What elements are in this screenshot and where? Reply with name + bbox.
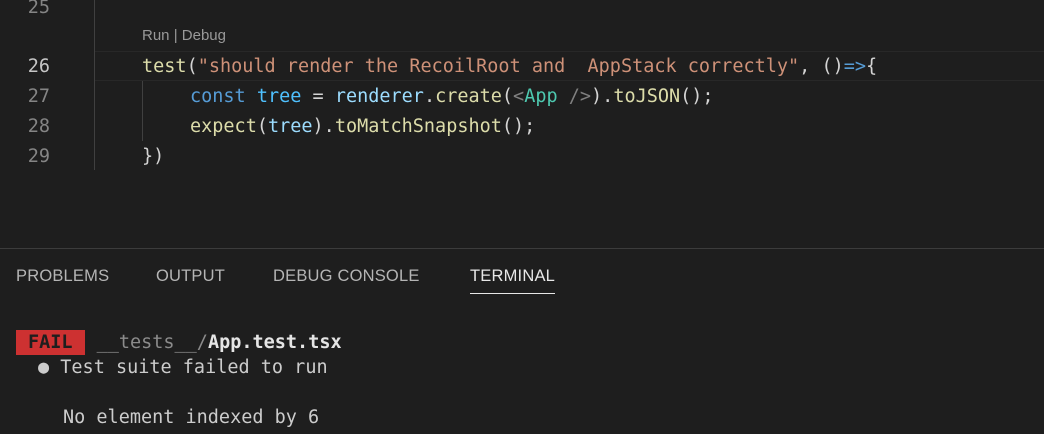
indent-guide — [94, 0, 95, 170]
code-token: . — [323, 116, 335, 137]
code-token: ( — [186, 56, 198, 77]
line-number-active: 26 — [27, 56, 50, 77]
code-token: , — [799, 56, 822, 77]
code-token: tree — [256, 86, 302, 107]
code-token: create — [435, 86, 502, 107]
codelens-debug-link[interactable]: Debug — [182, 27, 226, 44]
code-token: ) — [312, 116, 324, 137]
line-number: 29 — [27, 146, 50, 167]
code-token: toJSON — [613, 86, 681, 107]
code-token: ( — [256, 116, 268, 137]
test-path-file: App.test.tsx — [207, 332, 342, 353]
code-token: . — [602, 86, 614, 107]
code-line-28[interactable]: expect(tree).toMatchSnapshot(); — [190, 112, 535, 142]
codelens: Run | Debug — [142, 26, 226, 46]
code-token: tree — [267, 116, 313, 137]
code-editor[interactable]: 25 26 27 28 29 Run | Debug test("should … — [0, 0, 1044, 248]
fail-badge: FAIL — [16, 330, 85, 355]
code-token: (); — [680, 86, 714, 107]
code-token: /> — [557, 86, 592, 107]
code-line-26[interactable]: test("should render the RecoilRoot and A… — [142, 52, 877, 82]
tab-output[interactable]: OUTPUT — [156, 267, 225, 286]
tab-terminal[interactable]: TERMINAL — [470, 267, 556, 294]
terminal-fail-line[interactable]: FAIL __tests__/App.test.tsx — [16, 330, 342, 355]
code-token: ) — [591, 86, 603, 107]
tab-debug-console[interactable]: DEBUG CONSOLE — [273, 267, 420, 286]
line-number: 28 — [27, 116, 50, 137]
code-token: => — [843, 56, 866, 77]
code-line-27[interactable]: const tree = renderer.create(<App />).to… — [190, 82, 714, 112]
terminal-suite-line[interactable]: ● Test suite failed to run — [38, 355, 328, 380]
code-token: = — [301, 86, 335, 107]
tab-problems[interactable]: PROBLEMS — [16, 267, 109, 286]
code-token: { — [866, 56, 878, 77]
line-number: 25 — [27, 0, 50, 18]
codelens-run-link[interactable]: Run — [142, 27, 170, 44]
code-token: . — [423, 86, 436, 107]
line-number: 27 — [27, 86, 50, 107]
code-token: ( — [501, 86, 514, 107]
code-token: "should render the RecoilRoot and AppSta… — [197, 56, 800, 77]
code-token: () — [821, 56, 844, 77]
code-token: test — [142, 56, 187, 77]
indent-guide — [142, 81, 143, 141]
code-token: renderer — [334, 86, 424, 107]
code-line-29[interactable]: }) — [142, 142, 164, 172]
code-token: App — [524, 86, 558, 107]
bottom-panel: PROBLEMS OUTPUT DEBUG CONSOLE TERMINAL F… — [0, 248, 1044, 434]
code-token: < — [513, 86, 525, 107]
code-token: (); — [501, 116, 536, 137]
code-token: toMatchSnapshot — [334, 116, 502, 137]
terminal-error-message[interactable]: No element indexed by 6 — [63, 405, 319, 430]
code-token: const — [190, 86, 246, 107]
codelens-separator: | — [169, 27, 182, 44]
bullet-icon: ● — [38, 357, 50, 378]
suite-failure-message: Test suite failed to run — [60, 357, 328, 378]
code-token: expect — [190, 116, 257, 137]
test-path-dir: __tests__/ — [96, 332, 208, 353]
